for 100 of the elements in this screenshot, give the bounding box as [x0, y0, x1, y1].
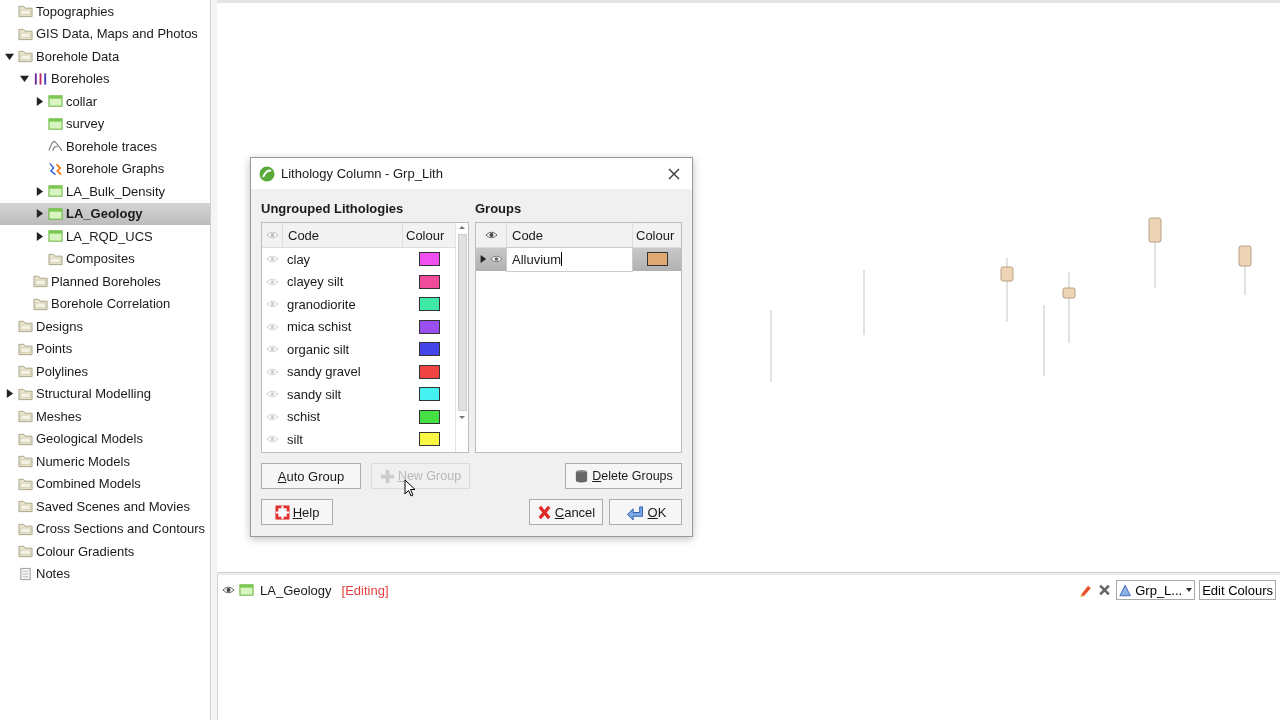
- tree-item[interactable]: Meshes: [0, 405, 210, 428]
- expand-arrow-icon[interactable]: [35, 231, 44, 241]
- table-cell[interactable]: organic silt: [282, 338, 403, 361]
- table-cell[interactable]: sandy gravel: [282, 360, 403, 383]
- column-header[interactable]: Code: [282, 223, 402, 247]
- close-icon[interactable]: [668, 167, 680, 180]
- dialog-button[interactable]: Auto Group: [261, 463, 361, 489]
- colour-swatch[interactable]: [418, 387, 440, 402]
- tree-item[interactable]: Colour Gradients: [0, 540, 210, 563]
- tree-item[interactable]: Geological Models: [0, 427, 210, 450]
- group-name-input[interactable]: Alluvium: [506, 247, 633, 272]
- folder-icon: [18, 4, 33, 19]
- expand-arrow-icon[interactable]: [479, 255, 487, 264]
- tree-item[interactable]: Cross Sections and Contours: [0, 517, 210, 540]
- folder-icon: [18, 521, 33, 536]
- tree-item[interactable]: Borehole Correlation: [0, 292, 210, 315]
- colour-swatch[interactable]: [418, 364, 440, 379]
- folder-icon: [18, 454, 33, 469]
- tree-item[interactable]: Topographies: [0, 0, 210, 23]
- tree-item[interactable]: LA_Bulk_Density: [0, 180, 210, 203]
- colour-swatch[interactable]: [646, 252, 668, 267]
- tree-item[interactable]: Polylines: [0, 360, 210, 383]
- notes-icon: [18, 566, 33, 581]
- folder-icon: [18, 499, 33, 514]
- tree-item[interactable]: Borehole traces: [0, 135, 210, 158]
- expand-arrow-icon[interactable]: [35, 186, 44, 196]
- colour-swatch[interactable]: [418, 252, 440, 267]
- folder-icon: [33, 296, 48, 311]
- tree-item[interactable]: Boreholes: [0, 67, 210, 90]
- tree-item[interactable]: Numeric Models: [0, 450, 210, 473]
- tree-item[interactable]: Notes: [0, 562, 210, 585]
- section-heading: Ungrouped Lithologies: [261, 201, 405, 218]
- table-icon: [48, 206, 63, 221]
- colour-swatch[interactable]: [418, 409, 440, 424]
- tree-item[interactable]: Combined Models: [0, 472, 210, 495]
- folder-icon: [18, 386, 33, 401]
- table-icon: [48, 184, 63, 199]
- tree-item[interactable]: Designs: [0, 315, 210, 338]
- tree-item[interactable]: LA_RQD_UCS: [0, 225, 210, 248]
- tree-item[interactable]: collar: [0, 90, 210, 113]
- eye-icon[interactable]: [222, 585, 235, 595]
- expand-arrow-icon[interactable]: [35, 209, 44, 219]
- folder-icon: [18, 26, 33, 41]
- scrollbar[interactable]: [455, 223, 468, 452]
- borehole-trace: [1000, 257, 1014, 323]
- bars-icon: [33, 71, 48, 86]
- table-cell[interactable]: granodiorite: [282, 293, 403, 316]
- dialog-button[interactable]: Cancel: [529, 499, 603, 525]
- dialog-button[interactable]: Help: [261, 499, 333, 525]
- table-cell[interactable]: clayey silt: [282, 270, 403, 293]
- section-heading: Groups: [475, 201, 523, 218]
- dialog-title: Lithology Column - Grp_Lith: [281, 166, 444, 181]
- folder-icon: [18, 476, 33, 491]
- tree-item[interactable]: Borehole Graphs: [0, 157, 210, 180]
- colour-swatch[interactable]: [418, 274, 440, 289]
- tree-item[interactable]: survey: [0, 112, 210, 135]
- column-header[interactable]: Colour: [632, 223, 681, 247]
- folder-icon: [18, 319, 33, 334]
- eye-icon[interactable]: [490, 254, 503, 265]
- column-header[interactable]: Colour: [402, 223, 455, 247]
- dialog-button[interactable]: Delete Groups: [565, 463, 682, 489]
- table-cell[interactable]: silt: [282, 428, 403, 451]
- tree-item[interactable]: Planned Boreholes: [0, 270, 210, 293]
- folder-icon: [18, 49, 33, 64]
- colour-swatch[interactable]: [418, 297, 440, 312]
- expand-arrow-icon[interactable]: [5, 389, 14, 399]
- edit-colours-button[interactable]: Edit Colours: [1199, 580, 1276, 600]
- table-icon: [48, 116, 63, 131]
- tree-item[interactable]: GIS Data, Maps and Photos: [0, 22, 210, 45]
- tree-item[interactable]: Points: [0, 337, 210, 360]
- pencil-icon[interactable]: [1078, 583, 1094, 597]
- cylinder-icon: [574, 468, 590, 484]
- table-cell[interactable]: mica schist: [282, 315, 403, 338]
- dialog-button[interactable]: OK: [609, 499, 682, 525]
- tree-item[interactable]: Saved Scenes and Movies: [0, 495, 210, 518]
- expand-arrow-icon[interactable]: [20, 74, 29, 84]
- expand-arrow-icon[interactable]: [35, 96, 44, 106]
- triangle-icon: [1119, 583, 1134, 597]
- colour-swatch[interactable]: [418, 342, 440, 357]
- folder-icon: [18, 341, 33, 356]
- tree-item[interactable]: Structural Modelling: [0, 382, 210, 405]
- colour-swatch[interactable]: [418, 319, 440, 334]
- eye-icon[interactable]: [484, 230, 498, 240]
- tree-item[interactable]: LA_Geology: [0, 202, 210, 225]
- table-cell[interactable]: clay: [282, 248, 403, 271]
- lifebuoy-icon: [274, 504, 290, 520]
- colour-set-dropdown[interactable]: Grp_L...: [1116, 580, 1196, 600]
- table-cell[interactable]: schist: [282, 405, 403, 428]
- folder-icon: [18, 409, 33, 424]
- app-icon: [259, 165, 275, 182]
- colour-swatch[interactable]: [418, 432, 440, 447]
- close-icon[interactable]: [1097, 583, 1113, 597]
- plus-icon: [379, 468, 395, 484]
- layer-name: LA_Geology: [260, 582, 332, 598]
- table-icon: [48, 94, 63, 109]
- expand-arrow-icon[interactable]: [5, 51, 14, 61]
- folder-icon: [18, 431, 33, 446]
- table-cell[interactable]: sandy silt: [282, 383, 403, 406]
- tree-item[interactable]: Borehole Data: [0, 45, 210, 68]
- tree-item[interactable]: Composites: [0, 247, 210, 270]
